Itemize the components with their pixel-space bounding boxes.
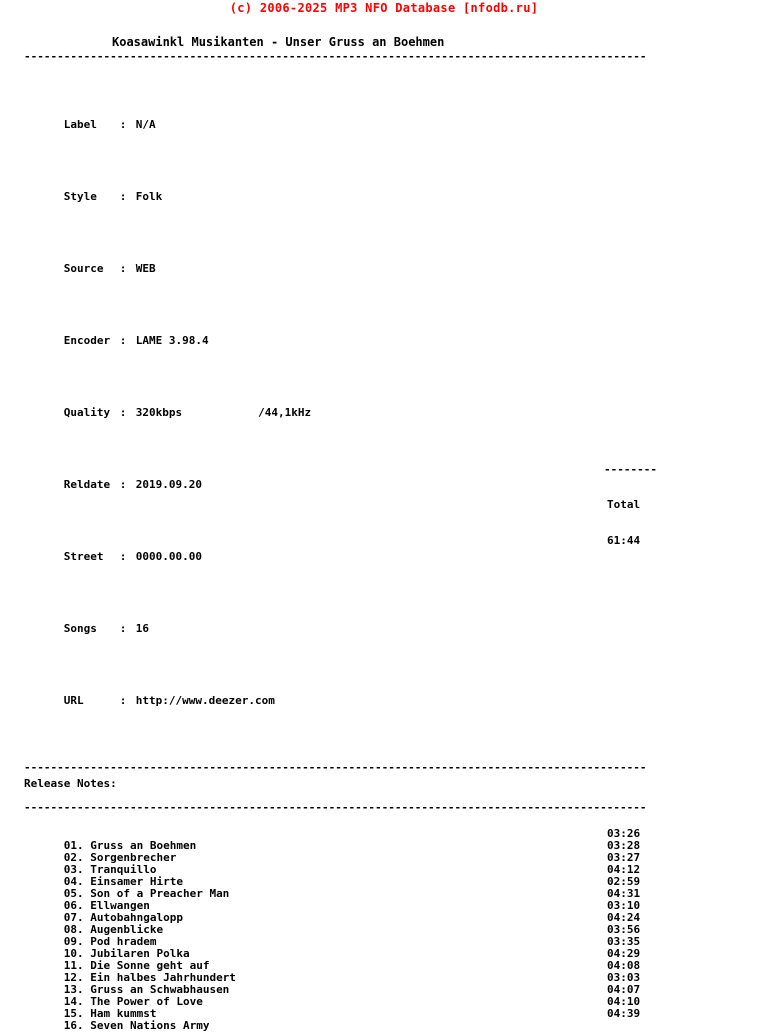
- meta-key-songs: Songs: [63, 622, 97, 635]
- meta-row-songs: Songs:16: [24, 611, 768, 647]
- track-duration: 03:10: [607, 899, 641, 912]
- separator-notes-bottom: ----------------------------------------…: [24, 802, 647, 813]
- meta-key-style: Style: [63, 190, 97, 203]
- track-row: 15. Ham kummst 04:10: [24, 995, 724, 1020]
- track-duration: 03:28: [607, 839, 641, 852]
- track-row: 09. Pod hradem 03:56: [24, 923, 724, 948]
- meta-row-reldate: Reldate:2019.09.20: [24, 467, 768, 503]
- track-duration: 03:35: [607, 935, 641, 948]
- meta-sep-url: :: [119, 694, 127, 707]
- meta-value-source: WEB: [135, 262, 156, 275]
- track-duration: 04:12: [607, 863, 641, 876]
- meta-key-street: Street: [63, 550, 104, 563]
- track-duration: 04:31: [607, 887, 641, 900]
- meta-value-url[interactable]: http://www.deezer.com: [136, 694, 275, 707]
- meta-row-encoder: Encoder: LAME 3.98.4: [24, 323, 768, 359]
- track-title: Seven Nations Army: [90, 1019, 210, 1032]
- track-row: 06. Ellwangen 04:31: [24, 887, 724, 912]
- meta-row-label: Label: N/A: [24, 107, 768, 143]
- track-row: 12. Ein halbes Jahrhundert 04:08: [24, 959, 724, 984]
- track-number: 16.: [63, 1019, 84, 1032]
- nfo-page: (c) 2006-2025 MP3 NFO Database [nfodb.ru…: [0, 0, 768, 1032]
- track-row: 05. Son of a Preacher Man 02:59: [24, 875, 724, 900]
- meta-sep-songs: :: [119, 622, 127, 635]
- meta-key-url: URL: [63, 694, 84, 707]
- meta-row-style: Style: Folk: [24, 179, 768, 215]
- meta-row-street: Street:0000.00.00: [24, 539, 768, 575]
- meta-row-url: URL: http://www.deezer.com: [24, 683, 768, 719]
- meta-key-label: Label: [63, 118, 97, 131]
- meta-value-encoder: LAME 3.98.4: [135, 334, 209, 347]
- nfo-database-banner: (c) 2006-2025 MP3 NFO Database [nfodb.ru…: [229, 1, 539, 15]
- track-row: 07. Autobahngalopp 03:10: [24, 899, 724, 924]
- separator-notes-top: ----------------------------------------…: [24, 762, 647, 773]
- track-row: 13. Gruss an Schwabhausen 03:03: [24, 971, 724, 996]
- meta-sep-street: :: [119, 550, 127, 563]
- track-duration: 04:29: [607, 947, 641, 960]
- meta-sep-source: :: [119, 262, 127, 275]
- meta-key-encoder: Encoder: [63, 334, 111, 347]
- meta-value-songs: 16: [135, 622, 149, 635]
- tracklist: 01. Gruss an Boehmen 03:26 02. Sorgenbrech…: [24, 827, 724, 1032]
- separator-top: ----------------------------------------…: [24, 51, 647, 62]
- meta-key-source: Source: [63, 262, 104, 275]
- track-duration: 03:03: [607, 971, 641, 984]
- meta-sep-style: :: [119, 190, 127, 203]
- track-duration: 04:07: [607, 983, 641, 996]
- meta-sep-encoder: :: [119, 334, 127, 347]
- meta-row-quality: Quality:320kbps/44,1kHz: [24, 395, 768, 431]
- release-title: Koasawinkl Musikanten - Unser Gruss an B…: [112, 35, 445, 49]
- track-row: 08. Augenblicke 04:24: [24, 911, 724, 936]
- meta-sep-label: :: [119, 118, 127, 131]
- track-duration: 02:59: [607, 875, 641, 888]
- track-duration: 03:56: [607, 923, 641, 936]
- meta-value-quality: 320kbps: [135, 406, 183, 419]
- total-duration: 61:44: [607, 534, 641, 547]
- meta-value-street: 0000.00.00: [135, 550, 202, 563]
- track-row: 16. Seven Nations Army 04:39: [24, 1007, 724, 1032]
- separator-total: --------: [604, 464, 656, 475]
- track-row: 03. Tranquillo 03:27: [24, 851, 724, 876]
- track-duration: 03:27: [607, 851, 641, 864]
- track-row: 04. Einsamer Hirte 04:12: [24, 863, 724, 888]
- total-block: -------- Total 61:44: [604, 440, 656, 571]
- meta-sep-reldate: :: [119, 478, 127, 491]
- track-row: 11. Die Sonne geht auf 04:29: [24, 947, 724, 972]
- release-notes-label: Release Notes:: [24, 777, 117, 790]
- track-row: 02. Sorgenbrecher 03:28: [24, 839, 724, 864]
- meta-sep-quality: :: [119, 406, 127, 419]
- meta-row-source: Source: WEB: [24, 251, 768, 287]
- meta-value-label: N/A: [135, 118, 156, 131]
- track-duration: 04:10: [607, 995, 641, 1008]
- track-duration: 03:26: [607, 827, 641, 840]
- track-duration: 04:39: [607, 1007, 641, 1020]
- meta-value-reldate: 2019.09.20: [135, 478, 202, 491]
- metadata-block: Label: N/A Style: Folk Source: WEB Encoder:…: [24, 71, 768, 755]
- track-duration: 04:24: [607, 911, 641, 924]
- track-row: 01. Gruss an Boehmen 03:26: [24, 827, 724, 852]
- total-label: Total: [607, 498, 641, 511]
- track-row: 14. The Power of Love 04:07: [24, 983, 724, 1008]
- meta-value-style: Folk: [135, 190, 163, 203]
- meta-key-reldate: Reldate: [63, 478, 111, 491]
- meta-value-samplerate: /44,1kHz: [258, 406, 312, 419]
- track-row: 10. Jubilaren Polka 03:35: [24, 935, 724, 960]
- meta-key-quality: Quality: [63, 406, 111, 419]
- track-duration: 04:08: [607, 959, 641, 972]
